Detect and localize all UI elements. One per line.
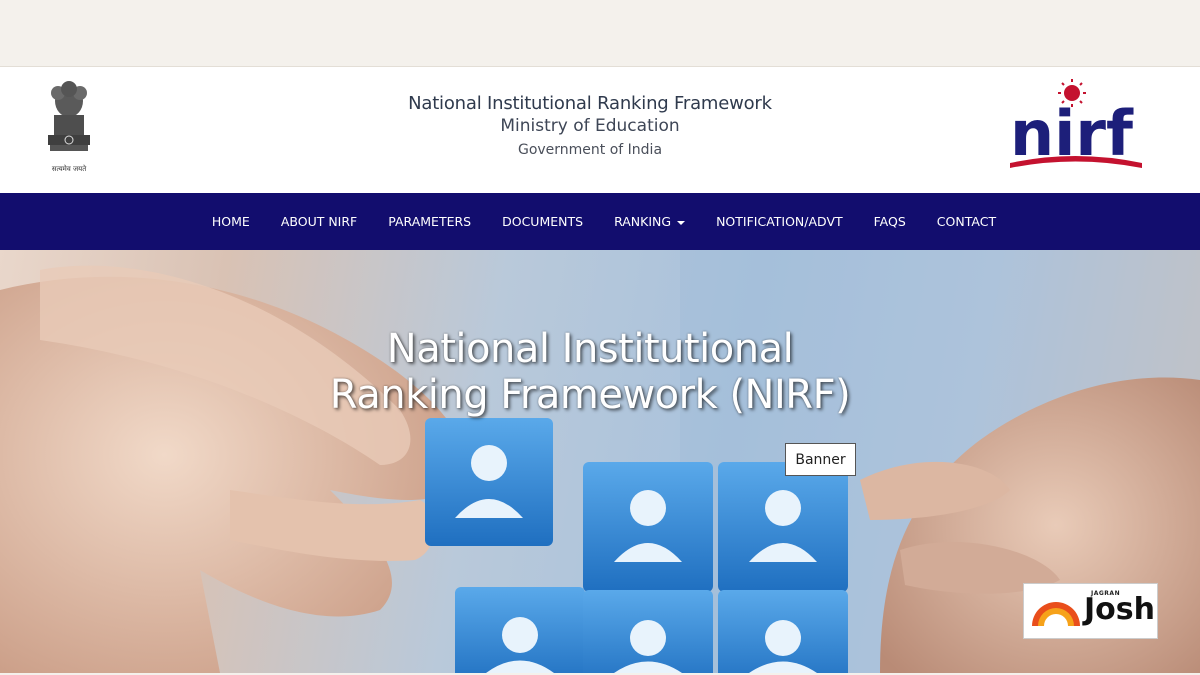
emblem-motto: सत्यमेव जयते bbox=[51, 165, 87, 173]
hero-banner[interactable]: National Institutional Ranking Framework… bbox=[0, 250, 1200, 673]
site-title: National Institutional Ranking Framework bbox=[408, 93, 772, 114]
nav-item-home[interactable]: HOME bbox=[196, 214, 265, 229]
hero-title-line1: National Institutional bbox=[386, 326, 794, 372]
nav-item-label: CONTACT bbox=[936, 214, 997, 229]
main-navigation: HOME ABOUT NIRF PARAMETERS DOCUMENTS RAN… bbox=[0, 193, 1200, 250]
nav-item-label: ABOUT NIRF bbox=[280, 214, 358, 229]
ministry-name: Ministry of Education bbox=[500, 116, 680, 136]
nav-item-ranking[interactable]: RANKING bbox=[599, 214, 701, 229]
national-emblem-logo: सत्यमेव जयते bbox=[38, 79, 100, 179]
hero-image bbox=[0, 250, 1200, 673]
sunrise-icon bbox=[1032, 602, 1080, 626]
nav-item-faqs[interactable]: FAQS bbox=[858, 214, 921, 229]
nav-item-label: RANKING bbox=[614, 214, 672, 229]
hero-title-line2: Ranking Framework (NIRF) bbox=[329, 372, 851, 418]
hero-title: National Institutional Ranking Framework… bbox=[250, 326, 930, 418]
nav-item-contact[interactable]: CONTACT bbox=[921, 214, 1011, 229]
caret-down-icon bbox=[677, 220, 686, 225]
nirf-logo[interactable]: nirf bbox=[1002, 75, 1148, 179]
nav-item-label: DOCUMENTS bbox=[502, 214, 584, 229]
government-name: Government of India bbox=[517, 142, 663, 158]
nav-item-notification[interactable]: NOTIFICATION/ADVT bbox=[701, 214, 859, 229]
nav-item-about-nirf[interactable]: ABOUT NIRF bbox=[265, 214, 372, 229]
nav-item-label: NOTIFICATION/ADVT bbox=[716, 214, 843, 229]
nav-item-parameters[interactable]: PARAMETERS bbox=[373, 214, 487, 229]
site-header: सत्यमेव जयते National Institutional Rank… bbox=[0, 67, 1200, 193]
nav-item-label: PARAMETERS bbox=[388, 214, 472, 229]
top-strip bbox=[0, 0, 1200, 67]
header-text: National Institutional Ranking Framework… bbox=[330, 93, 850, 158]
nav-item-label: HOME bbox=[211, 214, 250, 229]
watermark-big-text: Josh bbox=[1084, 592, 1155, 627]
nav-item-documents[interactable]: DOCUMENTS bbox=[487, 214, 599, 229]
jagran-josh-watermark: JAGRAN Josh bbox=[1023, 583, 1158, 639]
banner-tooltip: Banner bbox=[785, 443, 856, 476]
nav-item-label: FAQS bbox=[873, 214, 906, 229]
